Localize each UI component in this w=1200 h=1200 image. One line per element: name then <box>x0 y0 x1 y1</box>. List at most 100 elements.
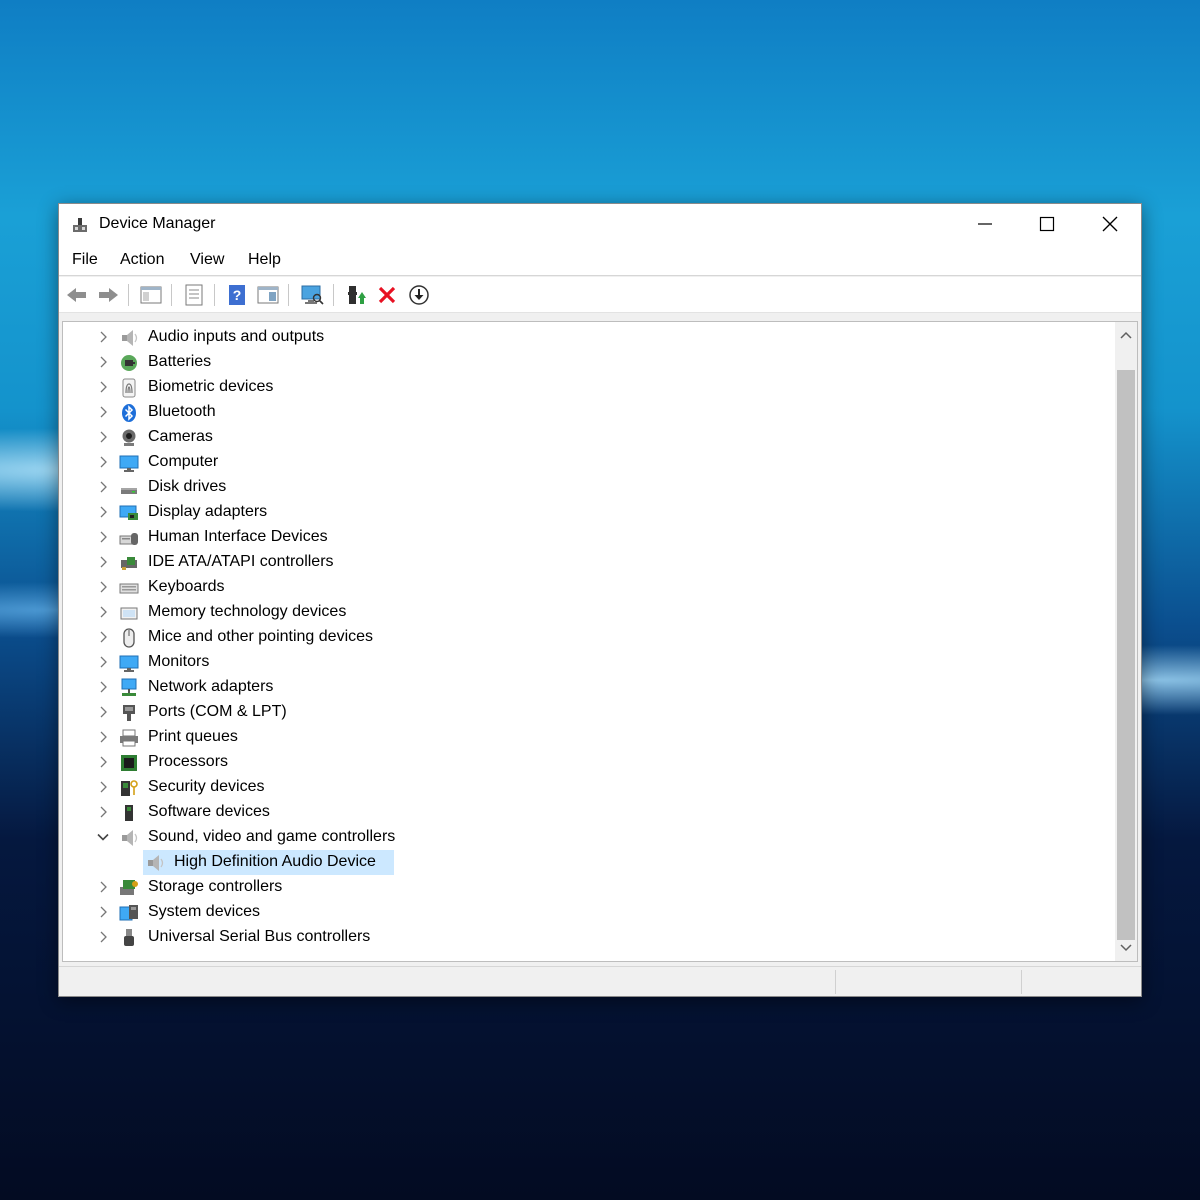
chevron-right-icon[interactable] <box>97 481 109 493</box>
properties-icon <box>185 284 203 306</box>
processor-icon <box>121 755 137 771</box>
device-tree[interactable]: Audio inputs and outputs Batteries Biometr… <box>62 321 1138 962</box>
chevron-right-icon[interactable] <box>97 631 109 643</box>
scan-hardware-button[interactable] <box>300 283 324 307</box>
scrollbar-thumb[interactable] <box>1117 370 1135 940</box>
tree-category-row[interactable]: Storage controllers <box>63 875 1113 900</box>
tree-category-row[interactable]: Network adapters <box>63 675 1113 700</box>
tree-category-row[interactable]: Mice and other pointing devices <box>63 625 1113 650</box>
tree-category-row[interactable]: Security devices <box>63 775 1113 800</box>
close-button[interactable] <box>1079 204 1141 244</box>
menu-help[interactable]: Help <box>248 251 281 269</box>
chevron-right-icon[interactable] <box>97 381 109 393</box>
display-adapter-icon <box>119 505 138 520</box>
menu-action[interactable]: Action <box>120 251 164 269</box>
chevron-right-icon[interactable] <box>97 506 109 518</box>
chevron-right-icon[interactable] <box>97 731 109 743</box>
tree-category-row[interactable]: Biometric devices <box>63 375 1113 400</box>
monitor-icon <box>119 655 139 672</box>
back-button[interactable] <box>65 283 89 307</box>
tree-category-row[interactable]: Software devices <box>63 800 1113 825</box>
vertical-scrollbar[interactable] <box>1115 322 1137 961</box>
disable-device-button[interactable] <box>407 283 431 307</box>
tree-category-row[interactable]: Disk drives <box>63 475 1113 500</box>
tree-category-row[interactable]: Bluetooth <box>63 400 1113 425</box>
tree-category-row[interactable]: Display adapters <box>63 500 1113 525</box>
tree-category-row[interactable]: Sound, video and game controllers <box>63 825 1113 850</box>
uninstall-icon <box>378 286 396 304</box>
action-pane-icon <box>257 286 279 304</box>
tree-category-row[interactable]: IDE ATA/ATAPI controllers <box>63 550 1113 575</box>
chevron-right-icon[interactable] <box>97 456 109 468</box>
menu-file[interactable]: File <box>72 251 98 269</box>
storage-icon <box>120 880 138 895</box>
show-hide-console-tree-button[interactable] <box>139 283 163 307</box>
chevron-right-icon[interactable] <box>97 881 109 893</box>
show-hide-console-tree-icon <box>140 286 162 304</box>
chevron-right-icon[interactable] <box>97 606 109 618</box>
tree-category-row[interactable]: Universal Serial Bus controllers <box>63 925 1113 950</box>
minimize-icon <box>978 223 992 225</box>
menu-view[interactable]: View <box>190 251 224 269</box>
toolbar-separator <box>333 284 334 306</box>
title-bar[interactable]: Device Manager <box>59 204 1141 244</box>
uninstall-device-button[interactable] <box>375 283 399 307</box>
chevron-right-icon[interactable] <box>97 781 109 793</box>
chevron-right-icon[interactable] <box>97 656 109 668</box>
chevron-right-icon[interactable] <box>97 531 109 543</box>
minimize-button[interactable] <box>954 204 1016 244</box>
chevron-right-icon[interactable] <box>97 356 109 368</box>
tree-category-row[interactable]: Human Interface Devices <box>63 525 1113 550</box>
tree-category-label: Security devices <box>148 778 265 795</box>
tree-category-label: Display adapters <box>148 503 268 520</box>
action-pane-button[interactable] <box>256 283 280 307</box>
tree-category-row[interactable]: Computer <box>63 450 1113 475</box>
chevron-right-icon[interactable] <box>97 706 109 718</box>
chevron-right-icon[interactable] <box>97 681 109 693</box>
port-icon <box>123 705 135 721</box>
properties-button[interactable] <box>182 283 206 307</box>
tree-category-row[interactable]: Batteries <box>63 350 1113 375</box>
toolbar-separator <box>128 284 129 306</box>
scroll-up-button[interactable] <box>1115 324 1137 346</box>
chevron-right-icon[interactable] <box>97 331 109 343</box>
chevron-down-icon <box>1120 944 1132 952</box>
chevron-right-icon[interactable] <box>97 931 109 943</box>
status-pane <box>835 970 1021 994</box>
chevron-right-icon[interactable] <box>97 581 109 593</box>
tree-category-label: Audio inputs and outputs <box>148 328 325 345</box>
printer-icon <box>120 729 138 747</box>
update-driver-button[interactable] <box>344 283 368 307</box>
scroll-down-button[interactable] <box>1115 937 1137 959</box>
window-title: Device Manager <box>99 215 216 232</box>
tree-category-label: Keyboards <box>148 578 225 595</box>
chevron-right-icon[interactable] <box>97 756 109 768</box>
chevron-right-icon[interactable] <box>97 556 109 568</box>
tree-category-row[interactable]: Ports (COM & LPT) <box>63 700 1113 725</box>
menu-bar: File Action View Help <box>59 244 1141 276</box>
tree-category-row[interactable]: System devices <box>63 900 1113 925</box>
tree-category-row[interactable]: Print queues <box>63 725 1113 750</box>
forward-icon <box>99 288 118 302</box>
tree-category-row[interactable]: Memory technology devices <box>63 600 1113 625</box>
chevron-right-icon[interactable] <box>97 806 109 818</box>
tree-category-row[interactable]: Keyboards <box>63 575 1113 600</box>
maximize-button[interactable] <box>1016 204 1078 244</box>
device-manager-window: Device Manager File Action View Help ? A… <box>58 203 1142 997</box>
tree-category-row[interactable]: Audio inputs and outputs <box>63 325 1113 350</box>
ide-controller-icon <box>121 557 137 570</box>
tree-device-label: High Definition Audio Device <box>174 853 376 870</box>
tree-device-row[interactable]: High Definition Audio Device <box>63 850 1113 875</box>
chevron-right-icon[interactable] <box>97 431 109 443</box>
hid-icon <box>119 533 138 545</box>
chevron-right-icon[interactable] <box>97 406 109 418</box>
chevron-right-icon[interactable] <box>97 906 109 918</box>
forward-button[interactable] <box>96 283 120 307</box>
tree-category-label: Batteries <box>148 353 212 370</box>
tree-category-row[interactable]: Cameras <box>63 425 1113 450</box>
help-button[interactable]: ? <box>225 283 249 307</box>
tree-category-label: IDE ATA/ATAPI controllers <box>148 553 334 570</box>
tree-category-row[interactable]: Monitors <box>63 650 1113 675</box>
chevron-down-icon[interactable] <box>97 831 109 843</box>
tree-category-row[interactable]: Processors <box>63 750 1113 775</box>
